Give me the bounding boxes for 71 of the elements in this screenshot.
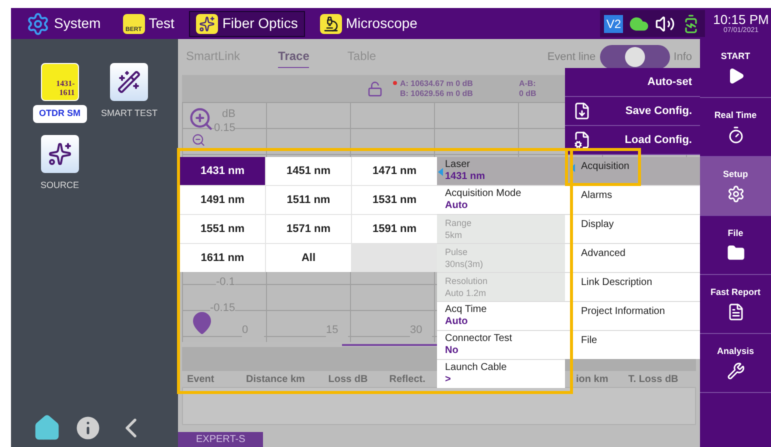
stopwatch-icon [726,126,744,144]
wavelength-option[interactable]: 1551 nm [180,215,265,243]
setting-row[interactable]: Connector Test No [437,331,565,359]
wavelength-option[interactable]: 1531 nm [352,186,437,214]
category-item[interactable]: File [565,331,700,359]
wavelength-option[interactable]: 1471 nm [352,157,437,185]
column-header: Loss dB [328,374,368,384]
setting-row[interactable]: Launch Cable > [437,360,565,388]
wavelength-option[interactable]: 1491 nm [180,186,265,214]
app-launcher[interactable]: SMART TEST [94,63,164,122]
column-header: Reflect. [389,374,426,384]
settings-icon [726,185,744,203]
zoom-in-icon[interactable] [188,106,214,132]
category-item[interactable]: Project Information [565,302,700,330]
save-file-icon [573,101,591,121]
bottom-tab[interactable]: EXPERT-S [178,432,264,447]
app-tab[interactable]: Fiber Optics [189,10,305,36]
report-icon [726,303,744,321]
column-header: T. Loss dB [628,374,678,384]
app-launcher[interactable]: 1431- 1611 OTDR SM [25,63,94,122]
rail-button[interactable]: Setup [700,157,771,216]
wrench-icon [726,362,744,380]
laser-burst-icon [196,14,218,34]
menu-item[interactable]: Load Config. [565,126,700,155]
clock-time: 10:15 PM [713,13,769,26]
column-header: ion km [576,374,608,384]
marker-dot-icon [393,81,397,85]
setting-row[interactable]: Laser 1431 nm [437,157,565,185]
laser-source-icon [40,134,79,172]
load-file-icon [573,130,591,150]
pointer-icon [438,168,443,176]
wavelength-option[interactable]: 1611 nm [180,244,265,272]
marker-delta-label: A-B: [518,78,536,88]
map-pin-icon[interactable] [190,310,214,336]
home-icon[interactable] [33,414,61,442]
category-item[interactable]: Advanced [565,244,700,272]
toggle-label: Event line [547,50,596,65]
wavelength-option[interactable]: 1571 nm [266,215,351,243]
setting-row[interactable]: Acquisition Mode Auto [437,186,565,214]
category-item[interactable]: Link Description [565,273,700,301]
column-header: Event [187,374,214,384]
menu-item[interactable]: Auto-set [565,68,700,97]
speaker-icon [655,14,675,34]
app-tab[interactable]: System [19,10,108,36]
folder-icon [726,244,744,262]
wavelength-option[interactable]: 1451 nm [266,157,351,185]
wavelength-option[interactable]: 1591 nm [352,215,437,243]
column-header: Distance km [246,374,305,384]
wavelength-option[interactable]: 1431 nm [180,157,265,185]
app-tab[interactable]: Microscope [312,10,424,36]
category-item[interactable]: Display [565,215,700,243]
pointer-icon [570,164,575,172]
menu-item[interactable]: Save Config. [565,97,700,126]
setting-row[interactable]: Acq Time Auto [437,302,565,330]
wavelength-option[interactable]: 1511 nm [266,186,351,214]
toggle-label: Info [674,50,692,65]
marker-b-reading: B: 10629.56 m 0 dB [400,88,473,98]
gear-icon [26,12,50,36]
otdr-icon: 1431- 1611 [40,63,79,101]
microscope-icon [320,14,342,34]
app-launcher[interactable]: SOURCE [25,134,94,194]
marker-delta-value: 0 dB [518,88,536,98]
event-line-toggle[interactable] [600,45,670,69]
version-badge: V2 [604,14,623,32]
unlock-icon [367,80,383,96]
marker-a-reading: A: 10634.67 m 0 dB [400,78,473,88]
zoom-out-icon[interactable] [191,133,206,147]
wavelength-option[interactable]: All [266,244,351,272]
category-item[interactable]: Acquisition [565,157,700,185]
wand-icon [110,63,148,101]
category-item[interactable]: Alarms [565,186,700,214]
